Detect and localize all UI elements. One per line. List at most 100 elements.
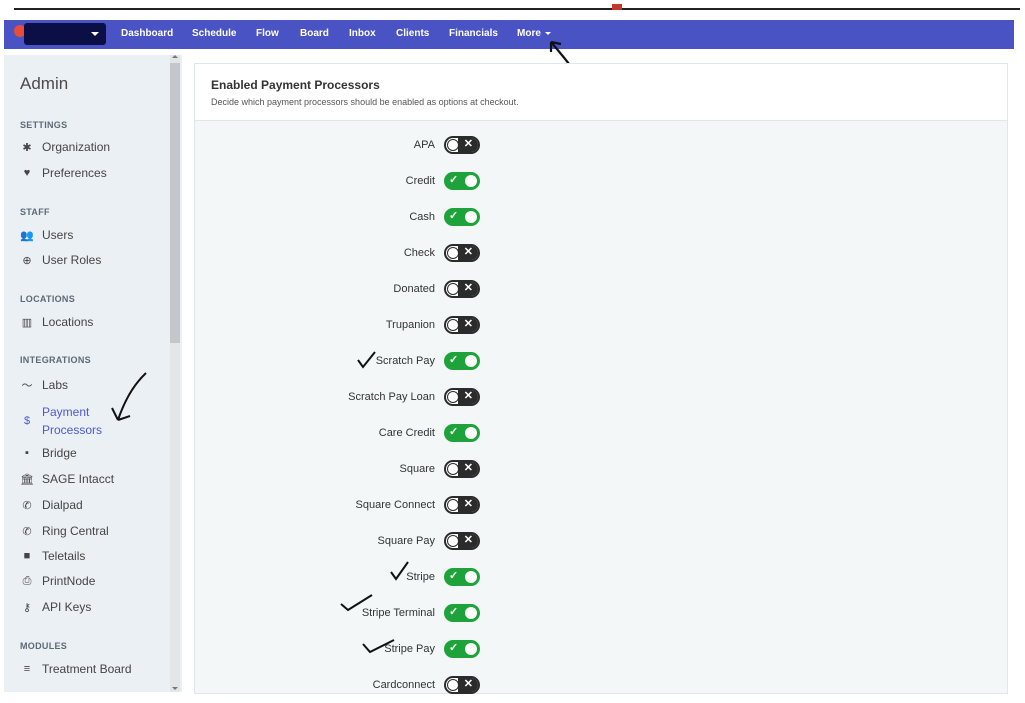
nav-schedule[interactable]: Schedule	[192, 28, 236, 39]
video-icon: ■	[23, 550, 31, 562]
check-icon: ✓	[449, 606, 459, 618]
phone-icon: ✆	[22, 525, 32, 538]
sidebar-item-treatment-board[interactable]: ≡ Treatment Board	[20, 662, 132, 676]
section-staff: STAFF	[20, 207, 50, 217]
scroll-up-arrow-icon[interactable]	[172, 55, 178, 58]
processor-label: Scratch Pay Loan	[348, 391, 435, 403]
processor-row: Stripe ✓	[195, 568, 1007, 588]
scrollbar-thumb[interactable]	[170, 63, 180, 343]
sidebar-item-bridge[interactable]: ▪ Bridge	[20, 446, 77, 460]
processor-toggle[interactable]: ✕	[444, 532, 480, 550]
sidebar-item-payment-processors[interactable]: $ Payment Processors	[20, 403, 102, 439]
x-icon: ✕	[463, 498, 473, 510]
sidebar-item-preferences[interactable]: ♥ Preferences	[20, 166, 107, 180]
top-edge-mark	[612, 4, 622, 10]
processor-row: Scratch Pay ✓	[195, 352, 1007, 372]
toggle-knob	[447, 247, 459, 259]
sidebar-scrollbar[interactable]	[170, 55, 180, 692]
x-icon: ✕	[463, 534, 473, 546]
processor-toggle[interactable]: ✕	[444, 316, 480, 334]
processor-toggle[interactable]: ✓	[444, 208, 480, 226]
payment-processors-panel: Enabled Payment Processors Decide which …	[194, 63, 1008, 694]
dollar-icon: $	[23, 415, 31, 427]
processor-row: Scratch Pay Loan ✕	[195, 388, 1007, 408]
toggle-knob	[447, 283, 459, 295]
processor-row: Cash ✓	[195, 208, 1007, 228]
chart-line-icon: 〜	[21, 380, 33, 392]
toggle-knob	[447, 319, 459, 331]
processor-toggle[interactable]: ✕	[444, 136, 480, 154]
processor-row: Cardconnect ✕	[195, 676, 1007, 696]
section-locations: LOCATIONS	[20, 294, 76, 304]
sidebar-item-locations[interactable]: ▥ Locations	[20, 315, 94, 329]
check-icon: ✓	[449, 174, 459, 186]
scroll-down-arrow-icon[interactable]	[172, 687, 178, 690]
sidebar-item-printnode[interactable]: ⎙ PrintNode	[20, 574, 96, 588]
processor-toggle[interactable]: ✕	[444, 460, 480, 478]
annotation-arrow-sidebar	[111, 372, 147, 421]
x-icon: ✕	[463, 678, 473, 690]
sidebar-item-user-roles[interactable]: ⊕ User Roles	[20, 253, 101, 267]
annotation-checkmark	[390, 561, 409, 581]
sidebar-item-label: Ring Central	[42, 524, 109, 538]
sidebar-item-users[interactable]: 👥 Users	[20, 228, 73, 242]
toggle-knob	[447, 463, 459, 475]
sidebar-item-dialpad[interactable]: ✆ Dialpad	[20, 498, 82, 512]
toggle-knob	[465, 571, 477, 583]
processor-label: Care Credit	[378, 427, 435, 439]
processor-row: Trupanion ✕	[195, 316, 1007, 336]
toggle-knob	[465, 211, 477, 223]
sidebar-item-teletails[interactable]: ■ Teletails	[20, 549, 86, 563]
annotation-checkmark	[357, 351, 376, 369]
processor-row: Care Credit ✓	[195, 424, 1007, 444]
sidebar-item-sage-intacct[interactable]: 🏛 SAGE Intacct	[20, 472, 114, 486]
list-icon: ≡	[23, 663, 31, 675]
processor-label: Square Pay	[377, 535, 435, 547]
x-icon: ✕	[463, 246, 473, 258]
toggle-knob	[465, 427, 477, 439]
sidebar-item-label: Payment	[42, 405, 90, 419]
processor-row: Square Pay ✕	[195, 532, 1007, 552]
organization-select[interactable]	[24, 23, 106, 45]
processor-row: Donated ✕	[195, 280, 1007, 300]
processor-toggle[interactable]: ✓	[444, 424, 480, 442]
processor-label: Cash	[409, 211, 435, 223]
heart-icon: ♥	[23, 167, 31, 179]
nav-inbox[interactable]: Inbox	[349, 28, 376, 39]
annotation-checkmark	[362, 639, 395, 654]
toggle-knob	[447, 535, 459, 547]
globe-icon: ⊕	[22, 254, 32, 267]
nav-financials[interactable]: Financials	[449, 28, 498, 39]
processor-row: Square Connect ✕	[195, 496, 1007, 516]
sidebar-item-label: User Roles	[42, 253, 102, 267]
processor-toggle[interactable]: ✕	[444, 244, 480, 262]
processor-toggle[interactable]: ✓	[444, 352, 480, 370]
processor-label: Scratch Pay	[375, 355, 435, 367]
nav-dashboard[interactable]: Dashboard	[121, 28, 173, 39]
toggle-knob	[465, 643, 477, 655]
processor-toggle[interactable]: ✕	[444, 676, 480, 694]
processor-row: APA ✕	[195, 136, 1007, 156]
processor-toggle[interactable]: ✓	[444, 604, 480, 622]
sidebar-item-ring-central[interactable]: ✆ Ring Central	[20, 524, 109, 538]
sidebar-item-organization[interactable]: ✱ Organization	[20, 140, 110, 154]
processor-toggle[interactable]: ✓	[444, 568, 480, 586]
check-icon: ✓	[449, 210, 459, 222]
section-settings: SETTINGS	[20, 120, 68, 130]
processor-toggle[interactable]: ✕	[444, 280, 480, 298]
key-icon: ⚷	[22, 601, 32, 614]
processor-toggle[interactable]: ✕	[444, 388, 480, 406]
sidebar-item-api-keys[interactable]: ⚷ API Keys	[20, 600, 91, 614]
processor-toggle[interactable]: ✕	[444, 496, 480, 514]
nav-board[interactable]: Board	[300, 28, 329, 39]
nav-flow[interactable]: Flow	[256, 28, 279, 39]
processor-row: Stripe Terminal ✓	[195, 604, 1007, 624]
processor-toggle[interactable]: ✓	[444, 640, 480, 658]
sidebar-item-labs[interactable]: 〜 Labs	[20, 377, 69, 393]
processor-row: Credit ✓	[195, 172, 1007, 192]
processor-label: Donated	[393, 283, 435, 295]
nav-clients[interactable]: Clients	[396, 28, 429, 39]
sidebar-title: Admin	[20, 74, 69, 93]
processor-toggle[interactable]: ✓	[444, 172, 480, 190]
check-icon: ✓	[449, 570, 459, 582]
